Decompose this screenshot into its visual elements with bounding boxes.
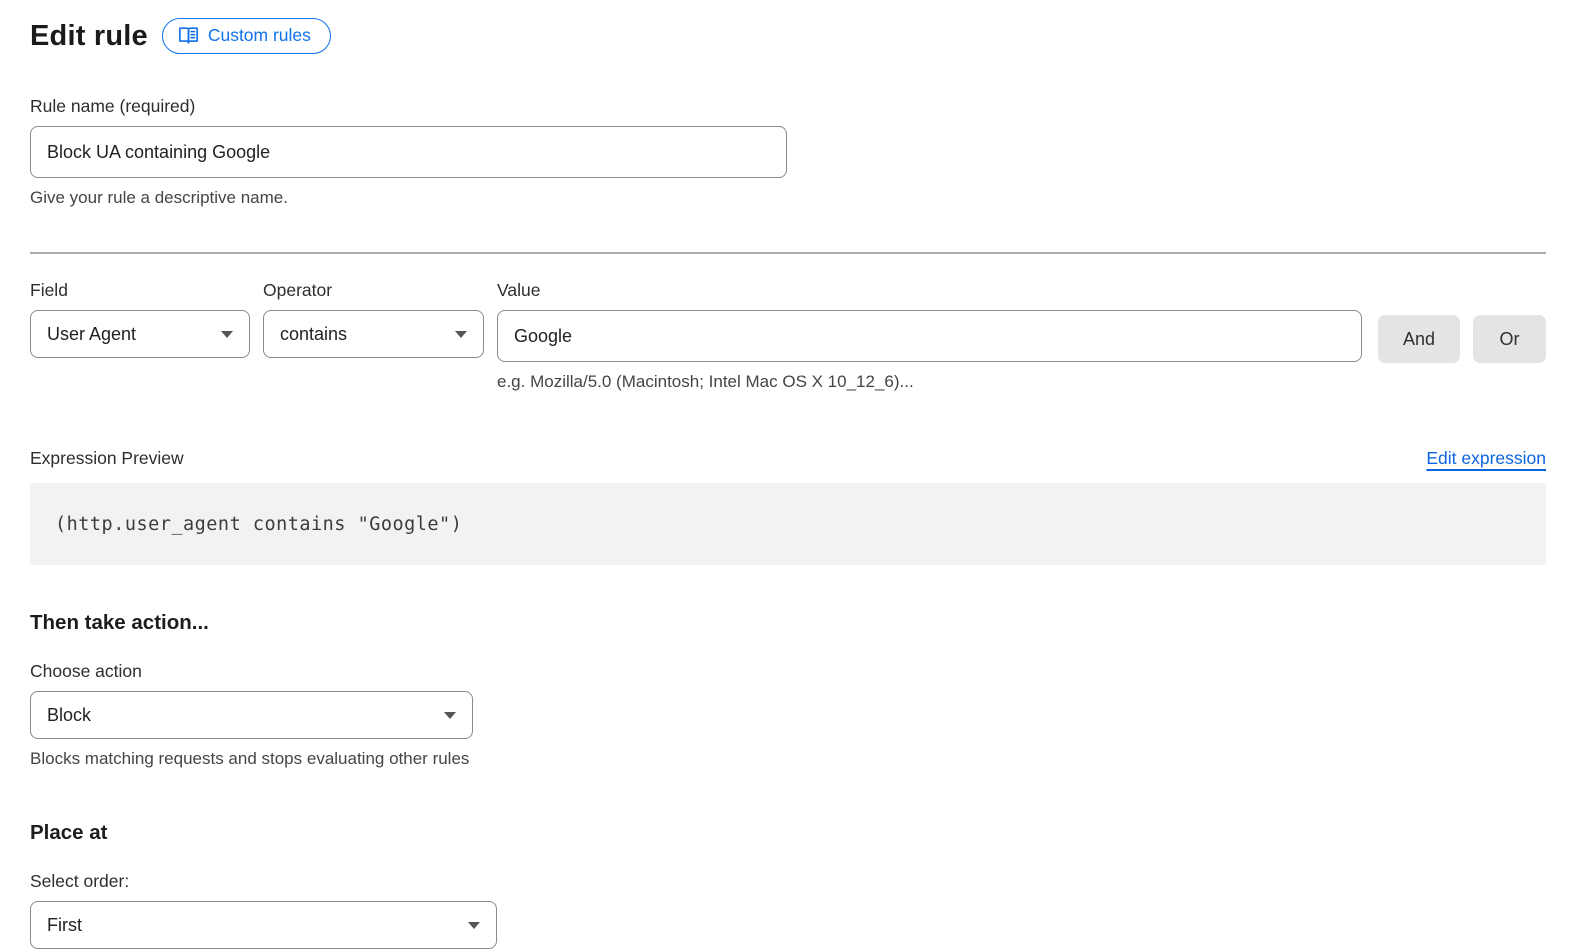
- and-or-buttons: And Or: [1378, 280, 1546, 363]
- field-column: Field User Agent: [30, 280, 250, 358]
- value-input[interactable]: [497, 310, 1362, 362]
- custom-rules-badge-label: Custom rules: [208, 25, 311, 46]
- value-helper: e.g. Mozilla/5.0 (Macintosh; Intel Mac O…: [497, 372, 1362, 392]
- operator-label: Operator: [263, 280, 484, 301]
- order-select-value: First: [47, 915, 82, 936]
- operator-select[interactable]: contains: [263, 310, 484, 358]
- operator-column: Operator contains: [263, 280, 484, 358]
- edit-rule-page: Edit rule Custom rules Rule name (requir…: [0, 0, 1587, 949]
- rule-name-section: Rule name (required) Give your rule a de…: [30, 96, 1546, 208]
- value-column: Value e.g. Mozilla/5.0 (Macintosh; Intel…: [497, 280, 1362, 392]
- placement-section: Place at Select order: First: [30, 821, 1546, 949]
- rule-name-label: Rule name (required): [30, 96, 1546, 117]
- rule-name-helper: Give your rule a descriptive name.: [30, 188, 1546, 208]
- caret-down-icon: [221, 331, 233, 338]
- expression-preview-label: Expression Preview: [30, 448, 184, 469]
- action-select[interactable]: Block: [30, 691, 473, 739]
- condition-builder-row: Field User Agent Operator contains Value…: [30, 280, 1546, 392]
- expression-preview-section: Expression Preview Edit expression (http…: [30, 448, 1546, 565]
- page-title: Edit rule: [30, 20, 148, 53]
- field-label: Field: [30, 280, 250, 301]
- rule-name-input[interactable]: [30, 126, 787, 178]
- and-button[interactable]: And: [1378, 315, 1460, 363]
- expression-code: (http.user_agent contains "Google"): [55, 514, 462, 535]
- page-header: Edit rule Custom rules: [30, 18, 1546, 54]
- or-button[interactable]: Or: [1473, 315, 1546, 363]
- field-select[interactable]: User Agent: [30, 310, 250, 358]
- expression-preview-header: Expression Preview Edit expression: [30, 448, 1546, 469]
- open-book-icon: [178, 26, 199, 45]
- action-select-value: Block: [47, 705, 91, 726]
- section-divider: [30, 252, 1546, 254]
- caret-down-icon: [455, 331, 467, 338]
- operator-select-value: contains: [280, 324, 347, 345]
- edit-expression-link[interactable]: Edit expression: [1426, 448, 1546, 469]
- action-section: Then take action... Choose action Block …: [30, 611, 1546, 769]
- action-helper: Blocks matching requests and stops evalu…: [30, 749, 1546, 769]
- order-select[interactable]: First: [30, 901, 497, 949]
- caret-down-icon: [468, 922, 480, 929]
- field-select-value: User Agent: [47, 324, 136, 345]
- action-heading: Then take action...: [30, 611, 1546, 635]
- caret-down-icon: [444, 712, 456, 719]
- custom-rules-badge-button[interactable]: Custom rules: [162, 18, 331, 54]
- select-order-label: Select order:: [30, 871, 1546, 892]
- value-label: Value: [497, 280, 1362, 301]
- expression-code-box: (http.user_agent contains "Google"): [30, 483, 1546, 565]
- place-at-heading: Place at: [30, 821, 1546, 845]
- choose-action-label: Choose action: [30, 661, 1546, 682]
